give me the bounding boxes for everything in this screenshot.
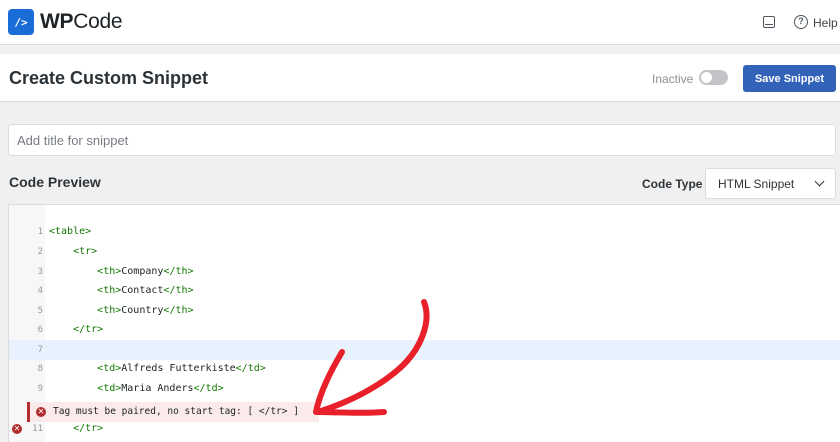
code-line[interactable]: 3 <th>Company</th> xyxy=(9,262,840,282)
code-editor[interactable]: ✕ Tag must be paired, no start tag: [ </… xyxy=(8,204,840,442)
error-circle-icon: ✕ xyxy=(36,407,46,417)
line-code: <th>Company</th> xyxy=(97,266,194,277)
save-snippet-button[interactable]: Save Snippet xyxy=(743,65,836,92)
page-title: Create Custom Snippet xyxy=(9,68,209,88)
line-number: 7 xyxy=(37,345,43,355)
line-number: 4 xyxy=(37,286,43,296)
snippet-title-input[interactable] xyxy=(8,124,836,156)
line-number: 1 xyxy=(37,227,43,237)
code-line[interactable]: 5 <th>Country</th> xyxy=(9,301,840,321)
active-toggle[interactable] xyxy=(699,70,728,85)
line-number: 2 xyxy=(37,247,43,257)
top-bar: /> WPCode ? Help xyxy=(0,0,840,45)
status-label: Inactive xyxy=(652,72,694,86)
code-line[interactable]: 8 <td>Alfreds Futterkiste</td> xyxy=(9,359,840,379)
help-icon[interactable]: ? xyxy=(794,15,808,29)
help-link[interactable]: Help xyxy=(813,16,838,30)
line-code: <td>Alfreds Futterkiste</td> xyxy=(97,363,266,374)
line-code: <th>Country</th> xyxy=(97,305,194,316)
line-number: 11 xyxy=(32,424,43,434)
line-code: <th>Contact</th> xyxy=(97,285,194,296)
app-logo-text: WPCode xyxy=(40,10,123,33)
code-line[interactable]: 7 xyxy=(9,340,840,360)
line-code: <table> xyxy=(49,226,92,237)
code-line[interactable]: 4 <th>Contact</th> xyxy=(9,281,840,301)
line-number: 8 xyxy=(37,364,43,374)
line-number: 9 xyxy=(37,384,43,394)
code-line[interactable]: 1 <table> xyxy=(9,222,840,242)
line-code: <tr> xyxy=(73,246,98,257)
line-code: <td>Maria Anders</td> xyxy=(97,383,224,394)
wpcode-logo-icon: /> xyxy=(8,9,34,35)
line-code: </tr> xyxy=(73,423,104,434)
line-number: 3 xyxy=(37,267,43,277)
line-number: 6 xyxy=(37,325,43,335)
code-line[interactable]: ✕ 11 </tr> xyxy=(9,419,840,439)
code-line[interactable]: 2 <tr> xyxy=(9,242,840,262)
page-header: Create Custom Snippet Inactive Save Snip… xyxy=(0,54,840,102)
code-line[interactable]: 9 <td>Maria Anders</td> xyxy=(9,379,840,399)
chevron-down-icon xyxy=(814,176,825,187)
code-line[interactable]: 6 </tr> xyxy=(9,320,840,340)
line-code: </tr> xyxy=(73,324,104,335)
code-type-label: Code Type xyxy=(642,177,703,191)
toggle-knob xyxy=(701,72,712,83)
code-type-value: HTML Snippet xyxy=(718,177,795,191)
notifications-inbox-icon[interactable] xyxy=(763,16,775,28)
line-number: 5 xyxy=(37,306,43,316)
code-type-select[interactable]: HTML Snippet xyxy=(705,168,836,199)
code-preview-label: Code Preview xyxy=(9,174,101,190)
